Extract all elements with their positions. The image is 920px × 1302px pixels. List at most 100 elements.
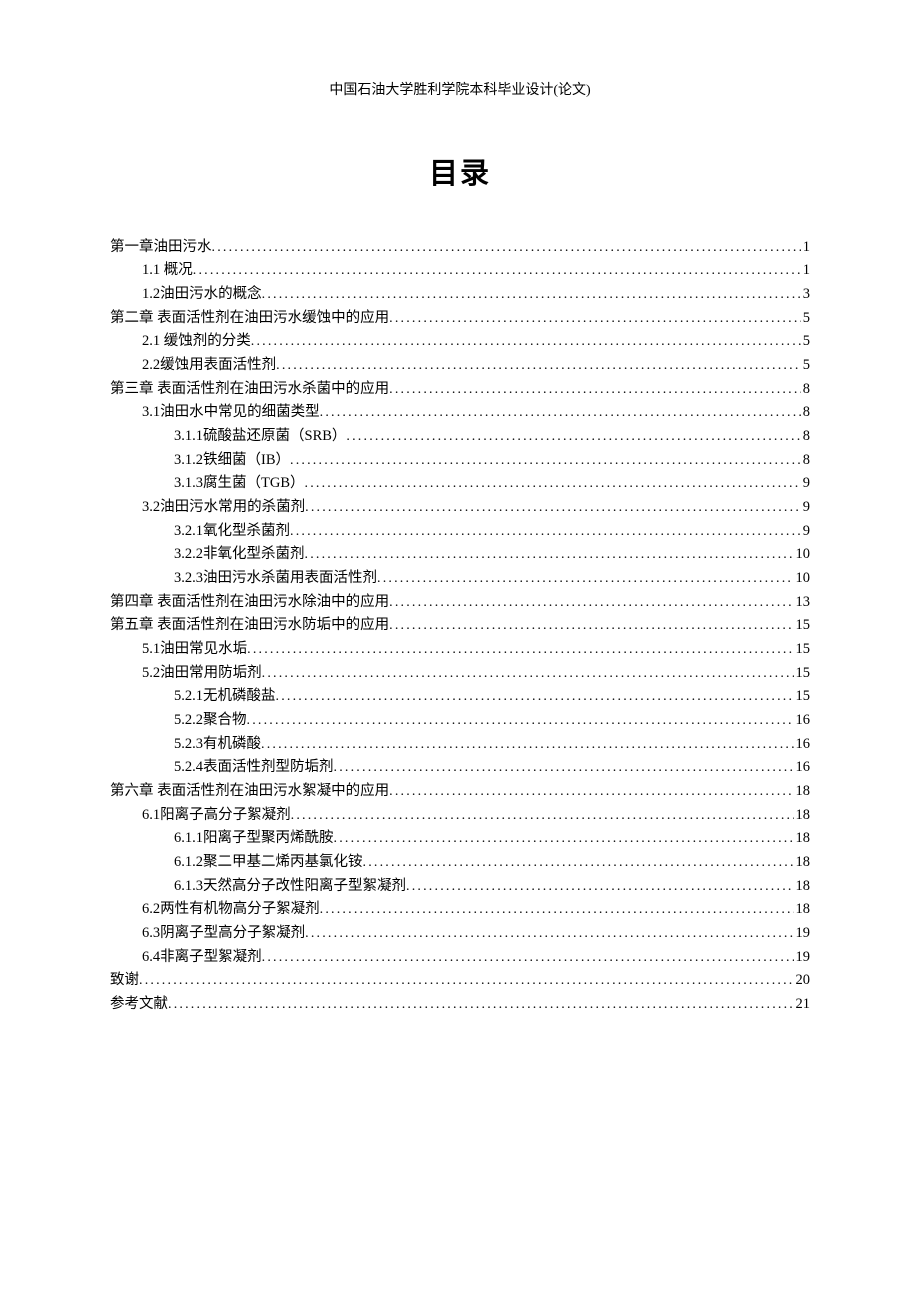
- toc-entry: 5.2.1无机磷酸盐15: [110, 685, 810, 709]
- toc-entry: 3.1油田水中常见的细菌类型 8: [110, 401, 810, 425]
- toc-entry-text: 致谢: [110, 969, 139, 992]
- toc-leader-dots: [262, 663, 794, 686]
- toc-leader-dots: [389, 615, 793, 638]
- toc-entry-text: 5.2.4表面活性剂型防垢剂: [174, 756, 334, 779]
- toc-leader-dots: [247, 710, 794, 733]
- toc-entry-page: 9: [801, 496, 810, 519]
- toc-entry: 6.4非离子型絮凝剂19: [110, 946, 810, 970]
- toc-entry-page: 1: [801, 259, 810, 282]
- toc-leader-dots: [389, 308, 801, 331]
- toc-leader-dots: [346, 426, 800, 449]
- toc-entry-page: 18: [794, 804, 811, 827]
- toc-entry-page: 15: [794, 662, 811, 685]
- toc-entry-page: 8: [801, 378, 810, 401]
- toc-entry-page: 16: [794, 756, 811, 779]
- page-header: 中国石油大学胜利学院本科毕业设计(论文): [110, 80, 810, 103]
- toc-entry-page: 8: [801, 449, 810, 472]
- toc-leader-dots: [276, 355, 801, 378]
- toc-entry: 第五章 表面活性剂在油田污水防垢中的应用15: [110, 614, 810, 638]
- toc-entry-text: 6.1.3天然高分子改性阳离子型絮凝剂: [174, 875, 406, 898]
- toc-entry-text: 3.2.2非氧化型杀菌剂: [174, 543, 305, 566]
- toc-entry-page: 18: [794, 780, 811, 803]
- toc-leader-dots: [334, 828, 794, 851]
- toc-leader-dots: [262, 947, 794, 970]
- toc-entry-page: 21: [794, 993, 811, 1016]
- toc-entry: 第六章 表面活性剂在油田污水絮凝中的应用 18: [110, 780, 810, 804]
- toc-entry-page: 5: [801, 330, 810, 353]
- toc-entry-page: 10: [794, 567, 811, 590]
- toc-entry-page: 5: [801, 307, 810, 330]
- toc-leader-dots: [261, 734, 794, 757]
- toc-entry-text: 3.2.1氧化型杀菌剂: [174, 520, 290, 543]
- toc-entry: 第四章 表面活性剂在油田污水除油中的应用13: [110, 591, 810, 615]
- toc-entry-page: 8: [801, 401, 810, 424]
- toc-entry: 3.2.3油田污水杀菌用表面活性剂 10: [110, 567, 810, 591]
- toc-entry-text: 3.1.1硫酸盐还原菌（SRB）: [174, 425, 346, 448]
- toc-entry-text: 6.1阳离子高分子絮凝剂: [142, 804, 291, 827]
- toc-leader-dots: [389, 781, 793, 804]
- toc-leader-dots: [377, 568, 794, 591]
- toc-entry-text: 1.2油田污水的概念: [142, 283, 262, 306]
- toc-entry-text: 第五章 表面活性剂在油田污水防垢中的应用: [110, 614, 389, 637]
- toc-entry-text: 5.2油田常用防垢剂: [142, 662, 262, 685]
- toc-entry: 2.2缓蚀用表面活性剂 5: [110, 354, 810, 378]
- toc-entry-text: 3.2油田污水常用的杀菌剂: [142, 496, 305, 519]
- toc-leader-dots: [247, 639, 793, 662]
- toc-entry-text: 第二章 表面活性剂在油田污水缓蚀中的应用: [110, 307, 389, 330]
- toc-leader-dots: [320, 899, 794, 922]
- toc-leader-dots: [305, 544, 794, 567]
- toc-entry: 5.2油田常用防垢剂 15: [110, 662, 810, 686]
- toc-entry: 6.1阳离子高分子絮凝剂 18: [110, 804, 810, 828]
- toc-leader-dots: [305, 473, 801, 496]
- toc-entry: 1.2油田污水的概念 3: [110, 283, 810, 307]
- toc-entry-text: 3.1油田水中常见的细菌类型: [142, 401, 320, 424]
- toc-entry-page: 9: [801, 472, 810, 495]
- toc-entry-page: 15: [794, 685, 811, 708]
- toc-entry-text: 3.1.3腐生菌（TGB）: [174, 472, 305, 495]
- toc-entry-page: 1: [801, 236, 810, 259]
- toc-leader-dots: [389, 592, 793, 615]
- toc-leader-dots: [251, 331, 801, 354]
- toc-leader-dots: [406, 876, 794, 899]
- toc-entry-text: 第三章 表面活性剂在油田污水杀菌中的应用: [110, 378, 389, 401]
- toc-entry-page: 18: [794, 827, 811, 850]
- toc-leader-dots: [276, 686, 794, 709]
- toc-entry-text: 6.1.1阳离子型聚丙烯酰胺: [174, 827, 334, 850]
- toc-leader-dots: [363, 852, 794, 875]
- toc-entry: 6.1.3天然高分子改性阳离子型絮凝剂 18: [110, 875, 810, 899]
- toc-leader-dots: [212, 237, 801, 260]
- toc-entry-text: 第一章油田污水: [110, 236, 212, 259]
- toc-entry-text: 5.2.3有机磷酸: [174, 733, 261, 756]
- toc-entry-page: 5: [801, 354, 810, 377]
- toc-entry: 3.1.2铁细菌（IB）8: [110, 449, 810, 473]
- toc-entry: 致谢20: [110, 969, 810, 993]
- toc-entry: 3.2.2非氧化型杀菌剂 10: [110, 543, 810, 567]
- toc-entry-text: 第六章 表面活性剂在油田污水絮凝中的应用: [110, 780, 389, 803]
- toc-entry-text: 2.2缓蚀用表面活性剂: [142, 354, 276, 377]
- toc-entry: 3.1.1硫酸盐还原菌（SRB） 8: [110, 425, 810, 449]
- toc-leader-dots: [193, 260, 801, 283]
- toc-entry-text: 6.3阴离子型高分子絮凝剂: [142, 922, 305, 945]
- toc-entry: 3.1.3腐生菌（TGB） 9: [110, 472, 810, 496]
- toc-entry-page: 15: [794, 638, 811, 661]
- toc-entry: 3.2油田污水常用的杀菌剂 9: [110, 496, 810, 520]
- toc-entry-page: 19: [794, 922, 811, 945]
- toc-entry: 5.2.4表面活性剂型防垢剂 16: [110, 756, 810, 780]
- toc-leader-dots: [389, 379, 801, 402]
- toc-leader-dots: [139, 970, 794, 993]
- toc-entry: 第三章 表面活性剂在油田污水杀菌中的应用 8: [110, 378, 810, 402]
- toc-leader-dots: [320, 402, 801, 425]
- toc-leader-dots: [168, 994, 794, 1017]
- toc-leader-dots: [291, 805, 794, 828]
- toc-entry-text: 6.4非离子型絮凝剂: [142, 946, 262, 969]
- toc-entry-text: 3.2.3油田污水杀菌用表面活性剂: [174, 567, 377, 590]
- toc-entry-page: 10: [794, 543, 811, 566]
- toc-entry-page: 3: [801, 283, 810, 306]
- toc-leader-dots: [305, 497, 801, 520]
- toc-entry-page: 13: [794, 591, 811, 614]
- toc-leader-dots: [305, 923, 793, 946]
- toc-entry-page: 18: [794, 875, 811, 898]
- toc-leader-dots: [290, 450, 801, 473]
- toc-entry: 6.3阴离子型高分子絮凝剂 19: [110, 922, 810, 946]
- toc-entry-page: 8: [801, 425, 810, 448]
